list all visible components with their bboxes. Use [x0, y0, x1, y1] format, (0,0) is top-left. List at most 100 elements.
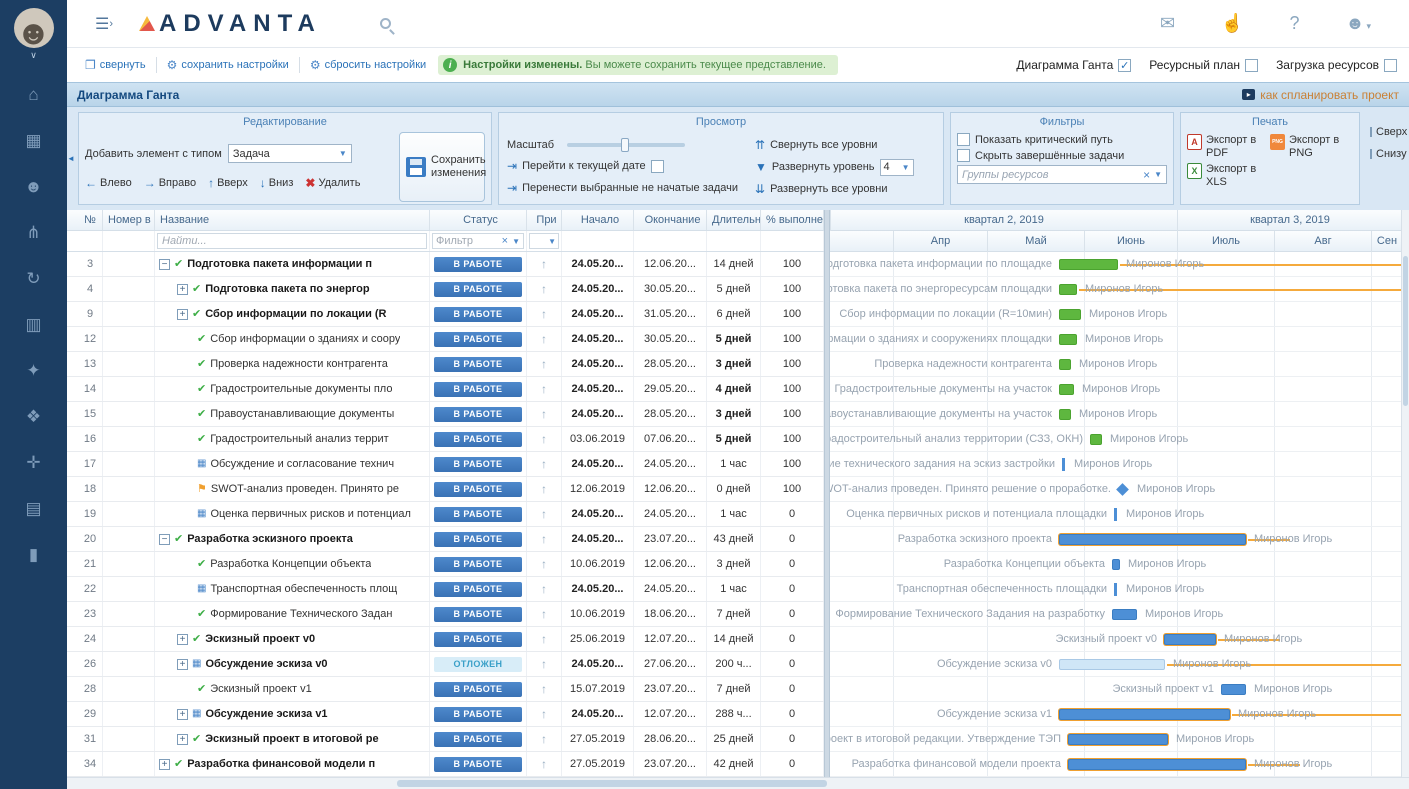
priority-up-icon[interactable]: ↑: [541, 482, 547, 496]
priority-up-icon[interactable]: ↑: [541, 582, 547, 596]
move-right-button[interactable]: →Вправо: [144, 176, 196, 190]
view-toggle[interactable]: Ресурсный план: [1149, 58, 1258, 72]
column-header[interactable]: №: [78, 210, 103, 230]
gantt-tick[interactable]: [1062, 458, 1065, 471]
gantt-row[interactable]: Подготовка пакета по энергоресурсам площ…: [830, 277, 1401, 302]
table-row[interactable]: 24+✔Эскизный проект v0В РАБОТЕ↑25.06.201…: [67, 627, 824, 652]
delete-button[interactable]: ✖Удалить: [305, 176, 360, 190]
priority-up-icon[interactable]: ↑: [541, 407, 547, 421]
gantt-bar[interactable]: [1112, 559, 1120, 570]
sidebar-item-administration[interactable]: ✛: [26, 453, 40, 473]
gantt-tick[interactable]: [1114, 508, 1117, 521]
column-header[interactable]: Окончание: [634, 210, 707, 230]
user-avatar[interactable]: ☻: [14, 8, 54, 48]
priority-up-icon[interactable]: ↑: [541, 257, 547, 271]
expand-icon[interactable]: +: [177, 634, 188, 645]
priority-up-icon[interactable]: ↑: [541, 282, 547, 296]
sidebar-item-news[interactable]: ▤: [25, 499, 41, 519]
sidebar-item-processes[interactable]: ↻: [26, 269, 40, 289]
priority-up-icon[interactable]: ↑: [541, 507, 547, 521]
export-xls-button[interactable]: X Экспорт в XLS: [1187, 163, 1270, 188]
column-header[interactable]: Длительн: [707, 210, 761, 230]
column-header[interactable]: % выполнен: [761, 210, 824, 230]
gantt-bar[interactable]: [1068, 759, 1246, 770]
move-down-button[interactable]: ↓Вниз: [260, 176, 294, 190]
priority-up-icon[interactable]: ↑: [541, 382, 547, 396]
status-badge[interactable]: В РАБОТЕ: [434, 332, 522, 347]
status-badge[interactable]: В РАБОТЕ: [434, 682, 522, 697]
gantt-row[interactable]: Градостроительные документы на участокМи…: [830, 377, 1401, 402]
priority-up-icon[interactable]: ↑: [541, 432, 547, 446]
column-header[interactable]: Статус: [430, 210, 527, 230]
goto-today-checkbox[interactable]: [651, 160, 664, 173]
move-unstarted-button[interactable]: ⇥ Перенести выбранные не начатые задачи: [507, 181, 755, 195]
gantt-bar[interactable]: [1090, 434, 1102, 445]
expand-icon[interactable]: +: [177, 309, 188, 320]
gantt-row[interactable]: Проверка надежности контрагентаМиронов И…: [830, 352, 1401, 377]
clear-icon[interactable]: ×: [1143, 168, 1150, 182]
gantt-bar[interactable]: [1059, 534, 1246, 545]
gantt-row[interactable]: Транспортная обеспеченность площадкиМиро…: [830, 577, 1401, 602]
status-badge[interactable]: В РАБОТЕ: [434, 432, 522, 447]
gantt-row[interactable]: Обсуждение и согласование технического з…: [830, 452, 1401, 477]
status-badge[interactable]: В РАБОТЕ: [434, 732, 522, 747]
scale-slider[interactable]: [567, 143, 685, 147]
profile-icon[interactable]: ☻▾: [1346, 13, 1371, 34]
gantt-row[interactable]: Сбор информации по локации (R=10мин)Миро…: [830, 302, 1401, 327]
resource-groups-select[interactable]: Группы ресурсов × ▼: [957, 165, 1167, 184]
sidebar-item-portfolio[interactable]: ✦: [26, 361, 40, 381]
status-badge[interactable]: В РАБОТЕ: [434, 757, 522, 772]
table-row[interactable]: 18⚑SWOT-анализ проведен. Принято реВ РАБ…: [67, 477, 824, 502]
gantt-row[interactable]: Обсуждение эскиза v1Миронов Игорь: [830, 702, 1401, 727]
priority-up-icon[interactable]: ↑: [541, 557, 547, 571]
move-up-button[interactable]: ↑Вверх: [208, 176, 248, 190]
horizontal-scrollbar[interactable]: [67, 777, 1409, 789]
element-type-select[interactable]: Задача▼: [228, 144, 352, 163]
vertical-scrollbar[interactable]: [1401, 210, 1409, 777]
status-badge[interactable]: В РАБОТЕ: [434, 607, 522, 622]
sidebar-item-bookmarks[interactable]: ▮: [29, 545, 38, 565]
gantt-tick[interactable]: [1114, 583, 1117, 596]
gantt-bar[interactable]: [1164, 634, 1216, 645]
sidebar-item-structure[interactable]: ⋔: [26, 223, 40, 243]
expand-icon[interactable]: +: [177, 734, 188, 745]
gantt-bar[interactable]: [1059, 334, 1077, 345]
priority-up-icon[interactable]: ↑: [541, 532, 547, 546]
gantt-row[interactable]: Разработка финансовой модели проектаМиро…: [830, 752, 1401, 777]
status-badge[interactable]: В РАБОТЕ: [434, 582, 522, 597]
gantt-row[interactable]: Эскизный проект в итоговой редакции. Утв…: [830, 727, 1401, 752]
position-bottom-option[interactable]: Снизу: [1370, 148, 1402, 160]
save-settings-button[interactable]: ⚙ сохранить настройки: [167, 58, 289, 72]
status-badge[interactable]: В РАБОТЕ: [434, 382, 522, 397]
table-row[interactable]: 34+✔Разработка финансовой модели пВ РАБО…: [67, 752, 824, 777]
how-to-plan-link[interactable]: как спланировать проект: [1260, 88, 1399, 102]
table-row[interactable]: 23✔Формирование Технического ЗаданВ РАБО…: [67, 602, 824, 627]
gantt-row[interactable]: Правоустанавливающие документы на участо…: [830, 402, 1401, 427]
table-row[interactable]: 13✔Проверка надежности контрагентаВ РАБО…: [67, 352, 824, 377]
table-row[interactable]: 22▦Транспортная обеспеченность площВ РАБ…: [67, 577, 824, 602]
priority-up-icon[interactable]: ↑: [541, 757, 547, 771]
sidebar-item-people[interactable]: ☻: [25, 177, 43, 197]
checkbox-unchecked-icon[interactable]: [1245, 59, 1258, 72]
help-icon[interactable]: ?: [1290, 13, 1300, 34]
reset-settings-button[interactable]: ⚙ сбросить настройки: [310, 58, 426, 72]
mail-icon[interactable]: ✉: [1160, 13, 1175, 34]
slider-thumb[interactable]: [621, 138, 629, 152]
vertical-scrollbar-thumb[interactable]: [1403, 256, 1408, 406]
help-video-icon[interactable]: ▸: [1242, 89, 1255, 100]
milestone-icon[interactable]: [1116, 483, 1129, 496]
hide-completed-checkbox[interactable]: [957, 149, 970, 162]
sidebar-item-home[interactable]: ⌂: [28, 85, 38, 105]
gantt-bar[interactable]: [1059, 259, 1118, 270]
table-row[interactable]: 28✔Эскизный проект v1В РАБОТЕ↑15.07.2019…: [67, 677, 824, 702]
table-row[interactable]: 17▦Обсуждение и согласование техничВ РАБ…: [67, 452, 824, 477]
sidebar-item-analytics[interactable]: ▥: [25, 315, 41, 335]
position-top-option[interactable]: Сверх: [1370, 126, 1402, 138]
expand-all-button[interactable]: ⇊ Развернуть все уровни: [755, 182, 935, 196]
status-badge[interactable]: В РАБОТЕ: [434, 507, 522, 522]
collapse-panel-button[interactable]: ❐ свернуть: [85, 58, 146, 72]
gantt-bar[interactable]: [1059, 284, 1077, 295]
gantt-bar[interactable]: [1112, 609, 1137, 620]
sidebar-item-products[interactable]: ❖: [26, 407, 41, 427]
table-row[interactable]: 3−✔Подготовка пакета информации пВ РАБОТ…: [67, 252, 824, 277]
